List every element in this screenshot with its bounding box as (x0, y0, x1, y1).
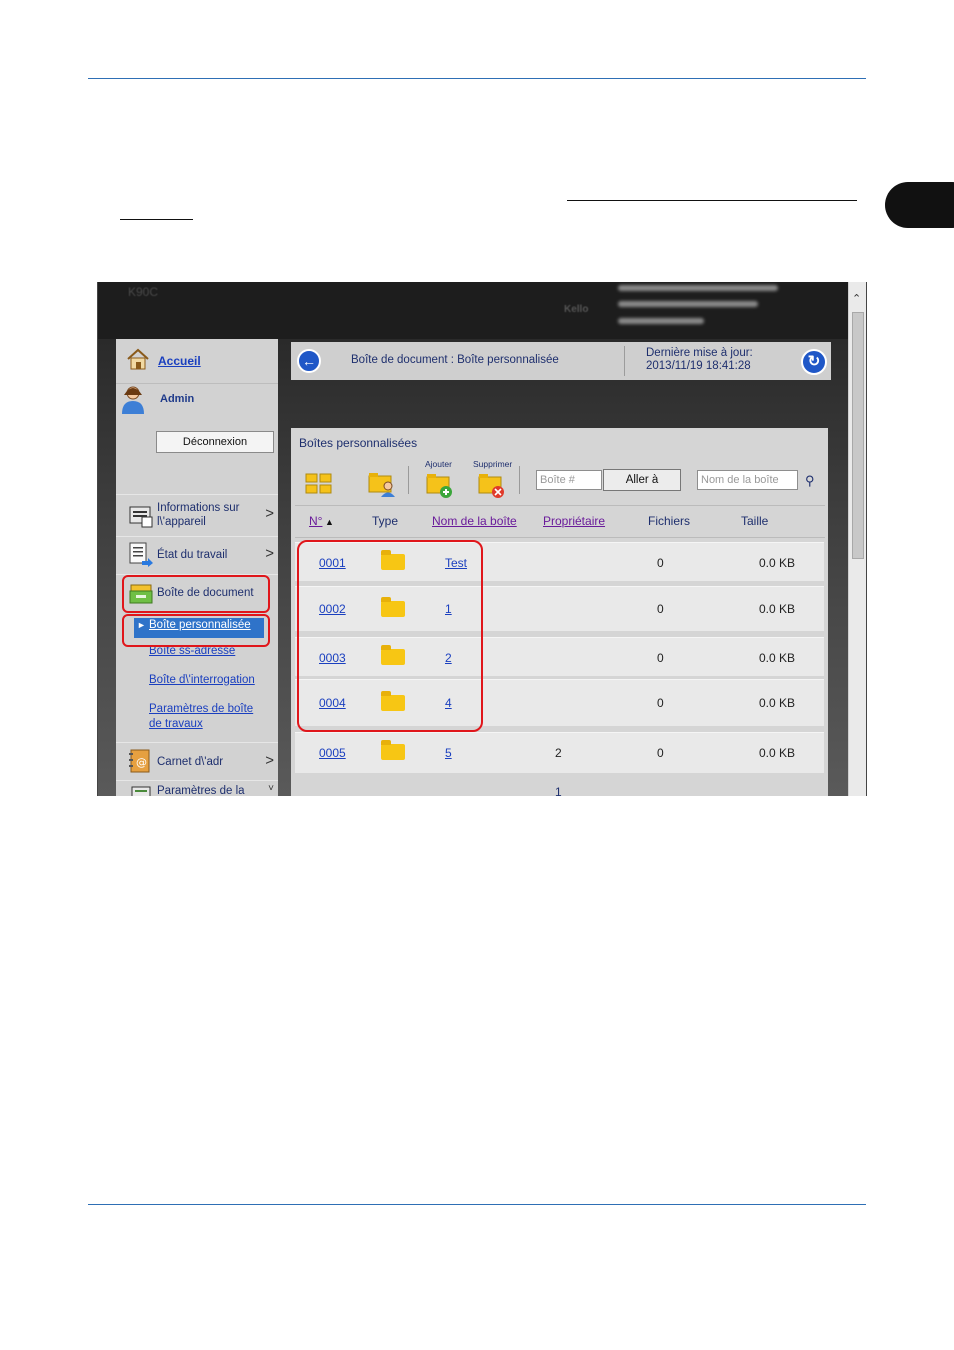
device-info-icon (129, 506, 153, 528)
box-owner: 2 (555, 746, 562, 760)
table-row[interactable]: 0005 5 2 0 0.0 KB (295, 732, 824, 773)
home-link[interactable]: Accueil (158, 354, 201, 368)
subnav-job-box-settings[interactable]: Paramètres de boîte de travaux (149, 702, 269, 732)
brand-logo: Kello (564, 304, 589, 315)
box-name-link[interactable]: 5 (445, 746, 452, 760)
box-size: 0.0 KB (759, 602, 796, 616)
box-files: 0 (657, 746, 664, 760)
nav-device-settings[interactable]: Paramètres de la ˅ (116, 780, 278, 796)
box-size: 0.0 KB (759, 651, 796, 665)
last-updated-label: Dernière mise à jour: (646, 347, 753, 359)
device-settings-icon (131, 786, 151, 796)
last-updated: Dernière mise à jour: 2013/11/19 18:41:2… (646, 347, 753, 373)
box-files: 0 (657, 651, 664, 665)
folder-icon (381, 740, 405, 760)
box-number-input[interactable]: Boîte # (536, 470, 602, 490)
blurred-info (618, 301, 758, 307)
header-rule (295, 537, 825, 538)
column-box-name[interactable]: Nom de la boîte (432, 514, 517, 528)
box-files: 0 (657, 696, 664, 710)
page-number[interactable]: 1 (555, 785, 562, 796)
nav-address-book[interactable]: @ Carnet d\'adr > (116, 742, 278, 781)
panel-title: Boîtes personnalisées (299, 436, 418, 450)
delete-label: Supprimer (473, 459, 513, 469)
text-underline (567, 200, 857, 201)
bottom-rule (88, 1204, 866, 1205)
nav-job-status-label: État du travail (157, 549, 228, 561)
highlight-custom-box (122, 614, 270, 647)
divider (624, 346, 625, 376)
delete-box-icon[interactable] (477, 471, 507, 499)
nav-device-info-label: Informations sur l\'appareil (157, 502, 240, 528)
add-label: Ajouter (425, 459, 452, 469)
sort-ascending-icon: ▲ (325, 517, 334, 527)
home-icon (127, 348, 149, 370)
breadcrumb: Boîte de document : Boîte personnalisée (351, 354, 559, 366)
column-type: Type (372, 514, 399, 528)
user-name: Admin (160, 393, 195, 405)
owner-folder-icon[interactable] (367, 470, 397, 498)
nav-device-settings-label: Paramètres de la (157, 785, 245, 796)
chapter-tab (885, 182, 954, 228)
scrollbar-thumb[interactable] (852, 312, 864, 559)
column-files: Fichiers (648, 514, 691, 528)
breadcrumb-bar: ← Boîte de document : Boîte personnalisé… (291, 342, 831, 380)
job-status-icon (129, 542, 153, 567)
box-size: 0.0 KB (759, 746, 796, 760)
box-files: 0 (657, 556, 664, 570)
chevron-right-icon: > (265, 505, 274, 522)
user-icon (122, 386, 144, 414)
column-number[interactable]: N° (309, 514, 322, 528)
home-row[interactable]: Accueil (116, 339, 278, 384)
svg-text:@: @ (136, 756, 147, 769)
chevron-right-icon: > (265, 545, 274, 562)
box-files: 0 (657, 602, 664, 616)
add-box-icon[interactable] (425, 471, 455, 499)
subnav-polling-box[interactable]: Boîte d\'interrogation (149, 673, 255, 688)
chevron-down-icon: ˅ (268, 783, 274, 794)
box-size: 0.0 KB (759, 696, 796, 710)
column-owner[interactable]: Propriétaire (543, 514, 605, 528)
refresh-icon[interactable]: ↻ (801, 349, 827, 375)
search-icon[interactable]: ⚲ (805, 473, 815, 489)
back-arrow-icon[interactable]: ← (297, 349, 321, 373)
toolbar-rule (295, 505, 825, 506)
box-name-input[interactable]: Nom de la boîte (697, 470, 798, 490)
logout-button[interactable]: Déconnexion (156, 431, 274, 453)
box-number-link[interactable]: 0005 (319, 746, 346, 760)
nav-job-status[interactable]: État du travail > (116, 536, 278, 575)
top-rule (88, 78, 866, 79)
scroll-up-icon[interactable]: ⌃ (852, 292, 861, 305)
sidebar: Accueil Admin Déconnexion Informations s… (116, 339, 278, 796)
model-name: K90C (128, 285, 159, 299)
blurred-info (618, 318, 704, 324)
vertical-scrollbar[interactable]: ⌃ (848, 282, 866, 796)
toolbar-divider (408, 466, 409, 494)
nav-address-book-label: Carnet d\'adr (157, 756, 224, 768)
text-underline (120, 219, 193, 220)
header-bar: K90C Kello (98, 282, 848, 339)
nav-device-info[interactable]: Informations sur l\'appareil > (116, 494, 278, 537)
column-size: Taille (741, 514, 769, 528)
toolbar-divider (519, 466, 520, 494)
blurred-info (618, 285, 778, 291)
last-updated-time: 2013/11/19 18:41:28 (646, 360, 751, 372)
highlight-box-list (297, 540, 483, 732)
address-book-icon: @ (129, 749, 150, 773)
box-size: 0.0 KB (759, 556, 796, 570)
view-grid-icon[interactable] (305, 472, 333, 496)
highlight-document-box (122, 575, 270, 613)
chevron-right-icon: > (265, 752, 274, 769)
browser-screenshot: K90C Kello Accueil Admin Déconnexion Inf… (97, 282, 867, 796)
goto-button[interactable]: Aller à (603, 469, 681, 491)
